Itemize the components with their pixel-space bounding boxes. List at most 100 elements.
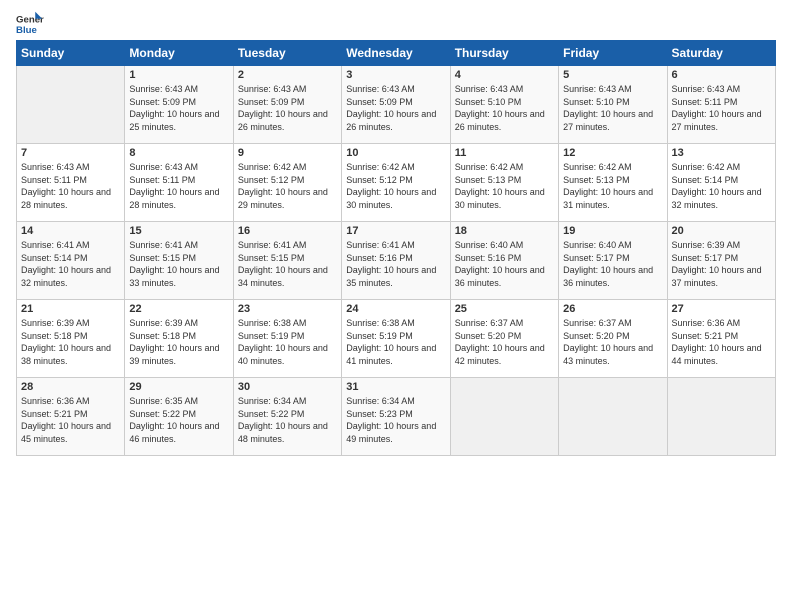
calendar-cell: 16 Sunrise: 6:41 AMSunset: 5:15 PMDayligh… (233, 222, 341, 300)
header-cell-sunday: Sunday (17, 41, 125, 66)
calendar-cell: 29 Sunrise: 6:35 AMSunset: 5:22 PMDayligh… (125, 378, 233, 456)
day-number: 14 (21, 225, 120, 237)
calendar-cell: 1Sunrise: 6:43 AMSunset: 5:09 PMDaylight… (125, 66, 233, 144)
calendar-header-row: SundayMondayTuesdayWednesdayThursdayFrid… (17, 41, 776, 66)
day-number: 10 (346, 147, 445, 159)
day-number: 22 (129, 303, 228, 315)
day-number: 27 (672, 303, 771, 315)
cell-info: Sunrise: 6:42 AMSunset: 5:14 PMDaylight:… (672, 161, 771, 211)
calendar-cell: 3Sunrise: 6:43 AMSunset: 5:09 PMDaylight… (342, 66, 450, 144)
calendar-cell: 2Sunrise: 6:43 AMSunset: 5:09 PMDaylight… (233, 66, 341, 144)
day-number: 25 (455, 303, 554, 315)
day-number: 15 (129, 225, 228, 237)
cell-info: Sunrise: 6:40 AMSunset: 5:16 PMDaylight:… (455, 239, 554, 289)
day-number: 12 (563, 147, 662, 159)
cell-info: Sunrise: 6:40 AMSunset: 5:17 PMDaylight:… (563, 239, 662, 289)
calendar-cell: 9 Sunrise: 6:42 AMSunset: 5:12 PMDaylight… (233, 144, 341, 222)
cell-info: Sunrise: 6:34 AMSunset: 5:23 PMDaylight:… (346, 395, 445, 445)
calendar-cell: 24 Sunrise: 6:38 AMSunset: 5:19 PMDayligh… (342, 300, 450, 378)
cell-info: Sunrise: 6:41 AMSunset: 5:16 PMDaylight:… (346, 239, 445, 289)
day-number: 5 (563, 69, 662, 81)
header: General Blue (16, 10, 776, 38)
header-cell-friday: Friday (559, 41, 667, 66)
calendar-cell: 17 Sunrise: 6:41 AMSunset: 5:16 PMDayligh… (342, 222, 450, 300)
calendar-cell: 19 Sunrise: 6:40 AMSunset: 5:17 PMDayligh… (559, 222, 667, 300)
calendar-cell: 23Sunrise: 6:38 AMSunset: 5:19 PMDayligh… (233, 300, 341, 378)
calendar-cell: 14 Sunrise: 6:41 AMSunset: 5:14 PMDayligh… (17, 222, 125, 300)
cell-info: Sunrise: 6:42 AMSunset: 5:13 PMDaylight:… (563, 161, 662, 211)
cell-info: Sunrise: 6:43 AMSunset: 5:11 PMDaylight:… (672, 83, 771, 133)
calendar-week-row: 28 Sunrise: 6:36 AMSunset: 5:21 PMDayligh… (17, 378, 776, 456)
calendar-cell: 26 Sunrise: 6:37 AMSunset: 5:20 PMDayligh… (559, 300, 667, 378)
cell-info: Sunrise: 6:39 AMSunset: 5:18 PMDaylight:… (129, 317, 228, 367)
day-number: 19 (563, 225, 662, 237)
day-number: 31 (346, 381, 445, 393)
header-cell-wednesday: Wednesday (342, 41, 450, 66)
calendar-cell: 21Sunrise: 6:39 AMSunset: 5:18 PMDayligh… (17, 300, 125, 378)
calendar-cell: 10 Sunrise: 6:42 AMSunset: 5:12 PMDayligh… (342, 144, 450, 222)
day-number: 24 (346, 303, 445, 315)
day-number: 6 (672, 69, 771, 81)
day-number: 4 (455, 69, 554, 81)
calendar-cell: 27 Sunrise: 6:36 AMSunset: 5:21 PMDayligh… (667, 300, 775, 378)
calendar-cell: 7 Sunrise: 6:43 AMSunset: 5:11 PMDaylight… (17, 144, 125, 222)
svg-text:General: General (16, 14, 44, 25)
day-number: 26 (563, 303, 662, 315)
day-number: 30 (238, 381, 337, 393)
header-cell-tuesday: Tuesday (233, 41, 341, 66)
cell-info: Sunrise: 6:43 AMSunset: 5:11 PMDaylight:… (21, 161, 120, 211)
header-cell-saturday: Saturday (667, 41, 775, 66)
cell-info: Sunrise: 6:42 AMSunset: 5:12 PMDaylight:… (238, 161, 337, 211)
cell-info: Sunrise: 6:43 AMSunset: 5:09 PMDaylight:… (129, 83, 228, 133)
calendar-cell: 15 Sunrise: 6:41 AMSunset: 5:15 PMDayligh… (125, 222, 233, 300)
day-number: 16 (238, 225, 337, 237)
cell-info: Sunrise: 6:43 AMSunset: 5:10 PMDaylight:… (563, 83, 662, 133)
calendar-week-row: 1Sunrise: 6:43 AMSunset: 5:09 PMDaylight… (17, 66, 776, 144)
calendar-cell: 31 Sunrise: 6:34 AMSunset: 5:23 PMDayligh… (342, 378, 450, 456)
header-cell-monday: Monday (125, 41, 233, 66)
cell-info: Sunrise: 6:43 AMSunset: 5:11 PMDaylight:… (129, 161, 228, 211)
calendar-cell (559, 378, 667, 456)
cell-info: Sunrise: 6:36 AMSunset: 5:21 PMDaylight:… (672, 317, 771, 367)
day-number: 17 (346, 225, 445, 237)
cell-info: Sunrise: 6:35 AMSunset: 5:22 PMDaylight:… (129, 395, 228, 445)
cell-info: Sunrise: 6:39 AMSunset: 5:18 PMDaylight:… (21, 317, 120, 367)
calendar-week-row: 21Sunrise: 6:39 AMSunset: 5:18 PMDayligh… (17, 300, 776, 378)
svg-text:Blue: Blue (16, 25, 37, 36)
calendar-cell: 25Sunrise: 6:37 AMSunset: 5:20 PMDayligh… (450, 300, 558, 378)
day-number: 29 (129, 381, 228, 393)
calendar-cell (667, 378, 775, 456)
calendar-cell: 6 Sunrise: 6:43 AMSunset: 5:11 PMDaylight… (667, 66, 775, 144)
cell-info: Sunrise: 6:41 AMSunset: 5:15 PMDaylight:… (129, 239, 228, 289)
calendar-week-row: 7 Sunrise: 6:43 AMSunset: 5:11 PMDaylight… (17, 144, 776, 222)
cell-info: Sunrise: 6:38 AMSunset: 5:19 PMDaylight:… (238, 317, 337, 367)
calendar-cell: 5 Sunrise: 6:43 AMSunset: 5:10 PMDaylight… (559, 66, 667, 144)
day-number: 8 (129, 147, 228, 159)
logo-icon: General Blue (16, 10, 44, 38)
cell-info: Sunrise: 6:34 AMSunset: 5:22 PMDaylight:… (238, 395, 337, 445)
cell-info: Sunrise: 6:36 AMSunset: 5:21 PMDaylight:… (21, 395, 120, 445)
calendar-cell: 12 Sunrise: 6:42 AMSunset: 5:13 PMDayligh… (559, 144, 667, 222)
cell-info: Sunrise: 6:38 AMSunset: 5:19 PMDaylight:… (346, 317, 445, 367)
calendar-cell (450, 378, 558, 456)
cell-info: Sunrise: 6:39 AMSunset: 5:17 PMDaylight:… (672, 239, 771, 289)
calendar-cell: 11Sunrise: 6:42 AMSunset: 5:13 PMDayligh… (450, 144, 558, 222)
calendar-cell: 8 Sunrise: 6:43 AMSunset: 5:11 PMDaylight… (125, 144, 233, 222)
day-number: 9 (238, 147, 337, 159)
day-number: 7 (21, 147, 120, 159)
calendar-cell: 20Sunrise: 6:39 AMSunset: 5:17 PMDayligh… (667, 222, 775, 300)
page-container: General Blue SundayMondayTuesdayWednesda… (0, 0, 792, 466)
cell-info: Sunrise: 6:37 AMSunset: 5:20 PMDaylight:… (563, 317, 662, 367)
calendar-cell: 22 Sunrise: 6:39 AMSunset: 5:18 PMDayligh… (125, 300, 233, 378)
cell-info: Sunrise: 6:41 AMSunset: 5:14 PMDaylight:… (21, 239, 120, 289)
calendar-table: SundayMondayTuesdayWednesdayThursdayFrid… (16, 40, 776, 456)
day-number: 28 (21, 381, 120, 393)
cell-info: Sunrise: 6:43 AMSunset: 5:09 PMDaylight:… (346, 83, 445, 133)
calendar-cell (17, 66, 125, 144)
day-number: 13 (672, 147, 771, 159)
calendar-cell: 28 Sunrise: 6:36 AMSunset: 5:21 PMDayligh… (17, 378, 125, 456)
cell-info: Sunrise: 6:42 AMSunset: 5:12 PMDaylight:… (346, 161, 445, 211)
calendar-cell: 30 Sunrise: 6:34 AMSunset: 5:22 PMDayligh… (233, 378, 341, 456)
cell-info: Sunrise: 6:41 AMSunset: 5:15 PMDaylight:… (238, 239, 337, 289)
cell-info: Sunrise: 6:43 AMSunset: 5:10 PMDaylight:… (455, 83, 554, 133)
